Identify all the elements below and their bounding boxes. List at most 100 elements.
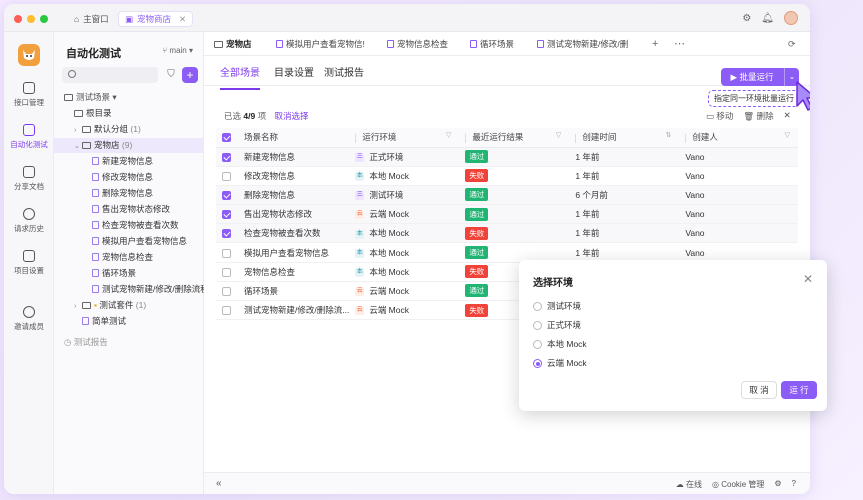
online-status[interactable]: ☁ 在线 <box>676 479 702 490</box>
table-row[interactable]: 售出宠物状态修改 云云端 Mock 通过 1 年前 Vano <box>216 204 798 225</box>
filter-icon[interactable]: ▽ <box>446 131 451 139</box>
row-checkbox[interactable] <box>222 152 231 162</box>
nav-invite-members[interactable]: 邀请成员 <box>4 306 54 332</box>
env-option-local-mock[interactable]: 本地 Mock <box>533 338 587 350</box>
batch-run-tooltip[interactable]: 指定同一环境批量运行 <box>708 90 800 107</box>
refresh-icon[interactable]: ⟳ <box>788 32 796 56</box>
branch-selector[interactable]: ⑂ main ▾ <box>162 46 193 55</box>
settings-icon[interactable]: ⚙ <box>774 479 781 490</box>
row-checkbox[interactable] <box>222 267 231 277</box>
tree-item[interactable]: 循环场景 <box>54 266 204 281</box>
file-tab[interactable]: 宠物店 <box>214 32 252 56</box>
avatar[interactable] <box>784 11 798 25</box>
table-row[interactable]: 删除宠物信息三测试环境 通过 6 个月前 Vano <box>216 185 798 206</box>
env-option-cloud-mock[interactable]: 云端 Mock <box>533 357 587 369</box>
row-checkbox[interactable] <box>222 248 231 258</box>
chevron-right-icon[interactable]: › <box>74 123 82 138</box>
row-checkbox[interactable] <box>222 287 231 297</box>
radio-button[interactable] <box>533 321 542 331</box>
filter-icon[interactable]: ⛉ <box>163 67 179 83</box>
row-checkbox[interactable] <box>222 210 231 220</box>
tree-item[interactable]: › ▪ 测试套件 (1) <box>54 298 204 313</box>
move-button[interactable]: ▭ 移动 <box>706 110 733 122</box>
row-select-cell <box>216 300 238 321</box>
table-row[interactable]: 检查宠物被查看次数 本本地 Mock 失败 1 年前 Vano <box>216 223 798 244</box>
file-tab[interactable]: 测试宠物新建/修改/删 <box>537 32 628 56</box>
tree-item[interactable]: 检查宠物被查看次数 <box>54 218 204 233</box>
chevron-down-icon[interactable]: ⌄ <box>74 139 82 154</box>
batch-run-button[interactable]: ▶ 批量运行 ⌄ <box>721 68 799 86</box>
table-row[interactable]: 新建宠物信息三正式环境 通过 1 年前 Vano <box>216 147 798 167</box>
search-input[interactable] <box>62 67 158 83</box>
radio-button[interactable] <box>533 340 542 350</box>
nav-project-settings[interactable]: 项目设置 <box>4 250 54 276</box>
tree-item[interactable]: › 默认分组 (1) <box>54 122 204 137</box>
tree-root-scenarios[interactable]: 测试场景 ▾ <box>54 90 204 105</box>
radio-button[interactable] <box>533 302 542 312</box>
tree-item[interactable]: 删除宠物信息 <box>54 186 204 201</box>
bell-icon[interactable]: 🔔︎ <box>761 13 774 24</box>
tab-test-reports[interactable]: 测试报告 <box>324 64 364 79</box>
select-all-checkbox[interactable] <box>222 133 231 143</box>
creator: Vano <box>685 209 705 220</box>
radio-button-selected[interactable] <box>533 359 542 369</box>
add-button[interactable]: + <box>182 67 198 83</box>
tree-item[interactable]: 测试宠物新建/修改/删除流程 <box>54 282 209 297</box>
tree-item[interactable]: 根目录 <box>54 106 204 121</box>
col-header-name[interactable]: 场景名称 <box>238 128 350 148</box>
row-checkbox[interactable] <box>222 171 231 181</box>
nav-api-management[interactable]: 接口管理 <box>4 82 54 108</box>
col-header-result[interactable]: 最近运行结果 ▽ <box>459 128 570 148</box>
tab-directory-settings[interactable]: 目录设置 <box>274 64 314 79</box>
filter-icon[interactable]: ▽ <box>785 131 790 139</box>
tab-all-scenarios[interactable]: 全部场景 <box>220 64 260 90</box>
close-icon[interactable]: ✕ <box>784 110 791 122</box>
row-checkbox[interactable] <box>222 191 231 201</box>
filter-icon[interactable]: ▽ <box>556 131 561 139</box>
run-button[interactable]: 运 行 <box>781 381 817 399</box>
chevron-right-icon[interactable]: › <box>74 299 82 314</box>
nav-automation-test[interactable]: 自动化测试 <box>4 124 54 150</box>
collapse-sidebar-icon[interactable]: « <box>216 478 222 489</box>
col-header-env[interactable]: 运行环境 ▽ <box>349 128 460 148</box>
table-row[interactable]: 修改宠物信息 本本地 Mock 失败 1 年前 Vano <box>216 166 798 186</box>
row-checkbox[interactable] <box>222 306 231 316</box>
tree-item-selected[interactable]: ⌄ 宠物店 (9) <box>54 138 204 153</box>
nav-request-history[interactable]: 请求历史 <box>4 208 54 234</box>
tree-label: 默认分组 <box>94 124 129 134</box>
created-time-cell: 1 年前 <box>569 166 680 186</box>
scenario-icon <box>92 285 99 293</box>
tree-item[interactable]: 售出宠物状态修改 <box>54 202 204 217</box>
file-tab[interactable]: 宠物信息检查 <box>387 32 448 56</box>
minimize-window-button[interactable] <box>27 15 35 23</box>
tree-item[interactable]: 新建宠物信息 <box>54 154 204 169</box>
tree-item[interactable]: 简单测试 <box>54 314 204 329</box>
cancel-selection-link[interactable]: 取消选择 <box>274 111 308 121</box>
tree-item[interactable]: 修改宠物信息 <box>54 170 204 185</box>
close-icon[interactable]: ✕ <box>803 272 813 286</box>
col-header-creator[interactable]: 创建人 ▽ <box>679 128 798 148</box>
row-checkbox[interactable] <box>222 229 231 239</box>
env-option-prod[interactable]: 正式环境 <box>533 319 581 331</box>
close-window-button[interactable] <box>14 15 22 23</box>
nav-share-docs[interactable]: 分享文档 <box>4 166 54 192</box>
new-tab-plus-icon[interactable]: + <box>652 32 658 56</box>
col-header-created[interactable]: 创建时间 ⇅ <box>569 128 680 148</box>
maximize-window-button[interactable] <box>40 15 48 23</box>
cookie-manager[interactable]: ◎ Cookie 管理 <box>712 479 764 490</box>
tree-item[interactable]: 模拟用户查看宠物信息 <box>54 234 204 249</box>
file-tab[interactable]: 模拟用户查看宠物信! <box>276 32 365 56</box>
more-icon[interactable]: ⋯ <box>674 32 685 56</box>
cancel-button[interactable]: 取 消 <box>741 381 777 399</box>
window-tab-main[interactable]: ⌂ 主窗口 <box>68 11 115 27</box>
gear-icon[interactable]: ⚙ <box>742 13 751 24</box>
tree-item[interactable]: 宠物信息检查 <box>54 250 204 265</box>
delete-button[interactable]: 🗑︎ 删除 <box>743 110 773 122</box>
sort-icon[interactable]: ⇅ <box>665 131 671 139</box>
close-icon[interactable]: ✕ <box>179 14 186 25</box>
tree-test-reports[interactable]: ◷ 测试报告 <box>64 336 108 348</box>
env-option-test[interactable]: 测试环境 <box>533 300 581 312</box>
help-icon[interactable]: ? <box>792 479 796 490</box>
file-tab[interactable]: 循环场景 <box>470 32 514 56</box>
window-tab-petstore[interactable]: ▣ 宠物商店 ✕ <box>118 11 194 27</box>
